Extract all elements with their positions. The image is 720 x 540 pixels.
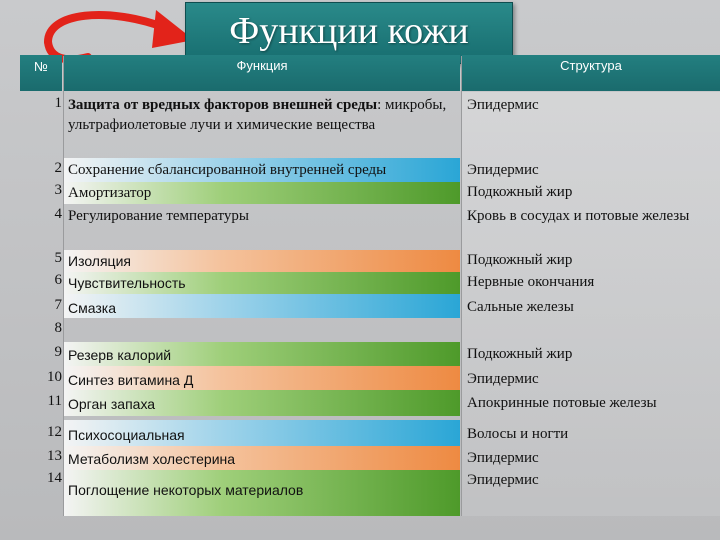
header-num: № bbox=[34, 59, 48, 74]
function-cell: Орган запаха bbox=[68, 396, 156, 412]
structure-cell: Сальные железы bbox=[467, 299, 574, 315]
function-cell: Амортизатор bbox=[68, 185, 152, 201]
structure-cell: Подкожный жир bbox=[467, 252, 573, 268]
function-cell: Синтез витамина Д bbox=[68, 372, 194, 388]
function-cell: Смазка bbox=[68, 300, 117, 316]
structure-cell: Эпидермис bbox=[467, 97, 539, 113]
function-cell: Сохранение сбалансированной внутренней с… bbox=[68, 162, 387, 178]
row-num: 5 bbox=[54, 250, 63, 266]
function-cell: Резерв калорий bbox=[68, 347, 172, 363]
structure-cell: Эпидермис bbox=[467, 162, 539, 178]
row-num: 13 bbox=[47, 448, 62, 464]
structure-cell: Эпидермис bbox=[467, 450, 539, 466]
row-num: 6 bbox=[54, 272, 63, 288]
column-divider bbox=[63, 56, 64, 516]
header-num-cell: № bbox=[20, 55, 62, 91]
column-divider bbox=[461, 56, 462, 516]
slide-title: Функции кожи bbox=[229, 10, 469, 52]
function-cell: Психосоциальная bbox=[68, 427, 185, 443]
structure-cell: Подкожный жир bbox=[467, 184, 573, 200]
structure-cell: Волосы и ногти bbox=[467, 426, 569, 442]
structure-cell: Нервные окончания bbox=[467, 274, 595, 290]
row-num: 8 bbox=[54, 320, 63, 336]
row-num: 2 bbox=[54, 160, 63, 176]
row-num: 3 bbox=[54, 182, 63, 198]
function-cell: Регулирование температуры bbox=[68, 208, 249, 224]
row-num: 9 bbox=[54, 344, 63, 360]
row-num: 1 bbox=[54, 95, 63, 111]
slide: Функции кожи № Функция Структура 1 Защит… bbox=[0, 0, 720, 540]
structure-cell: Эпидермис bbox=[467, 371, 539, 387]
function-cell: Чувствительность bbox=[68, 275, 186, 291]
row-num: 11 bbox=[47, 393, 62, 409]
row-num: 12 bbox=[47, 424, 62, 440]
header-structure-cell: Структура bbox=[462, 55, 720, 91]
row-num: 10 bbox=[47, 369, 62, 385]
row-num: 4 bbox=[54, 206, 63, 222]
row-num: 14 bbox=[47, 470, 62, 486]
function-cell: Поглощение некоторых материалов bbox=[68, 482, 304, 498]
structure-cell: Кровь в сосудах и потовые железы bbox=[467, 208, 690, 224]
header-structure: Структура bbox=[560, 58, 622, 73]
structure-cell: Эпидермис bbox=[467, 472, 539, 488]
header-function: Функция bbox=[236, 58, 288, 73]
function-cell: Метаболизм холестерина bbox=[68, 451, 236, 467]
structure-cell: Апокринные потовые железы bbox=[467, 395, 657, 411]
function-bold-text: Защита от вредных факторов внешней среды bbox=[68, 97, 378, 113]
structure-cell: Подкожный жир bbox=[467, 346, 573, 362]
row-num: 7 bbox=[54, 297, 63, 313]
function-cell: Защита от вредных факторов внешней среды… bbox=[68, 95, 458, 135]
function-cell: Изоляция bbox=[68, 253, 131, 269]
header-function-cell: Функция bbox=[64, 55, 460, 91]
